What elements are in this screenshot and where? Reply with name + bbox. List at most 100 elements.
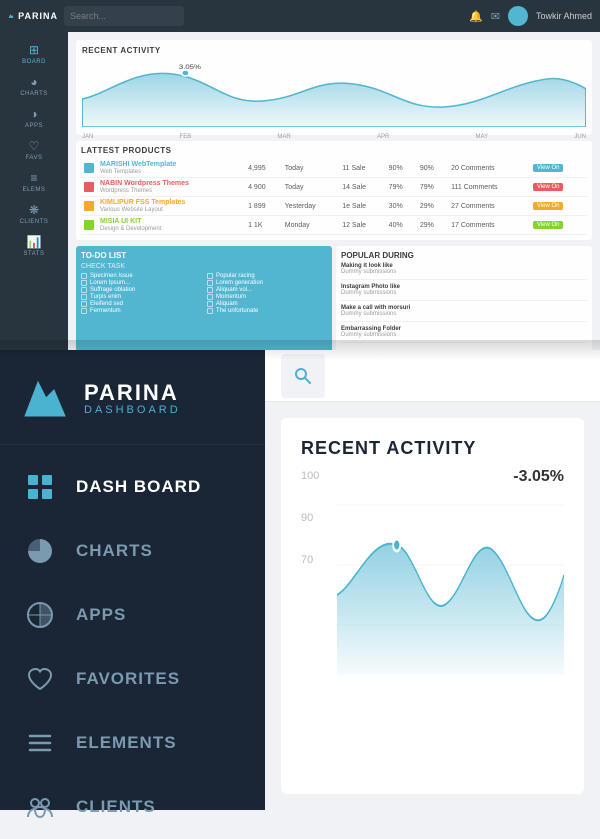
small-todo-card: TO-DO LIST CHECK TASK Specimen Issue Lor… xyxy=(76,246,332,352)
small-nav-charts[interactable]: ◕ Charts xyxy=(0,70,68,102)
large-nav-dashboard[interactable]: DASH BOARD xyxy=(0,455,265,519)
small-products-table: MARISHI WebTemplateWeb Templates 4,995To… xyxy=(81,159,587,235)
popular-item-2: Instagram Photo like Dummy submissions xyxy=(341,284,587,301)
large-nav-clients[interactable]: CLIENTS xyxy=(0,775,265,839)
small-nav-label-dashboard: Board xyxy=(22,59,46,65)
small-bottom-grid: TO-DO LIST CHECK TASK Specimen Issue Lor… xyxy=(76,246,592,352)
clients-icon-large xyxy=(24,791,56,823)
y-label-70: 70 xyxy=(301,554,319,566)
month-may: MAY xyxy=(476,134,489,140)
large-brand-sub: DASHBOARD xyxy=(84,404,181,416)
large-activity-title: RECENT ACTIVITY xyxy=(301,438,564,459)
product-name-3: KIMLIPUR FSS Templates xyxy=(100,199,185,206)
popular-item-3: Make a call with morsuri Dummy submissio… xyxy=(341,305,587,322)
small-nav-label-stats: Stats xyxy=(24,251,45,257)
large-chart-area xyxy=(337,475,564,705)
small-chart-svg: 3.05% xyxy=(82,59,586,127)
large-nav-elements[interactable]: ELEMENTS xyxy=(0,711,265,775)
product-name-1: MARISHI WebTemplate xyxy=(100,161,176,168)
overlap-shadow xyxy=(0,340,600,360)
month-feb: FEB xyxy=(180,134,192,140)
small-layout: ⊞ Board ◕ Charts ◑ Apps ♡ Favs ≡ Elems ❋… xyxy=(0,32,600,360)
y-label-100: 100 xyxy=(301,470,319,482)
large-chart-svg xyxy=(337,475,564,675)
small-main-content: RECENT ACTIVITY 3.05% xyxy=(68,32,600,360)
large-nav-charts[interactable]: CHARTS xyxy=(0,519,265,583)
large-logo-icon xyxy=(20,374,70,424)
large-nav-label-apps: APPS xyxy=(76,605,126,625)
large-nav-label-elements: ELEMENTS xyxy=(76,733,177,753)
small-nav-label-charts: Charts xyxy=(20,91,48,97)
small-nav-label-apps: Apps xyxy=(25,123,43,129)
large-activity-card: RECENT ACTIVITY 100 90 70 -3.05% xyxy=(281,418,584,794)
view-btn-2[interactable]: View On xyxy=(533,183,564,191)
charts-icon-large xyxy=(24,535,56,567)
small-nav-statistics[interactable]: 📊 Stats xyxy=(0,230,68,262)
large-nav-label-dashboard: DASH BOARD xyxy=(76,477,201,497)
small-nav-apps[interactable]: ◑ Apps xyxy=(0,102,68,134)
bell-icon: 🔔 xyxy=(469,10,483,23)
large-brand-name: PARINA xyxy=(84,382,181,404)
todo-col-2: Popular racing Lorem generation Aliquam … xyxy=(207,273,327,315)
elements-icon-large xyxy=(24,727,56,759)
large-nav-label-charts: CHARTS xyxy=(76,541,153,561)
todo-title: TO-DO LIST xyxy=(81,251,327,260)
small-nav-label-favorites: Favs xyxy=(26,155,43,161)
small-chart-container: 3.05% JAN FEB MAR APR MAY JUN xyxy=(82,59,586,129)
table-row: NABIN Wordpress ThemesWordpress Themes 4… xyxy=(81,178,587,197)
favorites-icon-large xyxy=(24,663,56,695)
small-dashboard: PARINA 🔔 ✉ Towkir Ahmed ⊞ Board ◕ Charts… xyxy=(0,0,600,360)
view-btn-3[interactable]: View On xyxy=(533,202,564,210)
small-search-input[interactable] xyxy=(64,6,184,26)
small-nav-clients[interactable]: ❋ Clients xyxy=(0,198,68,230)
large-logo-area: PARINA DASHBOARD xyxy=(0,350,265,445)
y-label-90: 90 xyxy=(301,512,319,524)
small-logo: PARINA xyxy=(8,1,58,31)
large-main-content: RECENT ACTIVITY 100 90 70 -3.05% xyxy=(265,350,600,810)
large-nav-label-favorites: FAVORITES xyxy=(76,669,180,689)
month-apr: APR xyxy=(377,134,389,140)
topbar-left: PARINA xyxy=(8,1,184,31)
large-nav-apps[interactable]: APPS xyxy=(0,583,265,647)
small-nav-label-clients: Clients xyxy=(20,219,49,225)
small-nav-dashboard[interactable]: ⊞ Board xyxy=(0,38,68,70)
todo-col-1: Specimen Issue Lorem Ipsum... Suffrage o… xyxy=(81,273,201,315)
large-nav-label-clients: CLIENTS xyxy=(76,797,156,817)
table-row: KIMLIPUR FSS TemplatesVarious Website La… xyxy=(81,197,587,216)
small-avatar xyxy=(508,6,528,26)
charts-icon-small: ◕ xyxy=(30,75,37,89)
popular-title: POPULAR DURING xyxy=(341,251,587,260)
small-sidebar: ⊞ Board ◕ Charts ◑ Apps ♡ Favs ≡ Elems ❋… xyxy=(0,32,68,360)
small-products-title: LATTEST PRODUCTS xyxy=(81,146,587,155)
small-logo-text: PARINA xyxy=(18,11,58,21)
stats-icon-small: 📊 xyxy=(27,235,42,249)
large-sidebar: PARINA DASHBOARD DASH BOARD xyxy=(0,350,265,810)
dashboard-icon-large xyxy=(24,471,56,503)
favorites-icon-small: ♡ xyxy=(29,139,40,153)
small-username: Towkir Ahmed xyxy=(536,11,592,21)
small-chart-months: JAN FEB MAR APR MAY JUN xyxy=(82,134,586,140)
apps-icon-large xyxy=(24,599,56,631)
small-popular-card: POPULAR DURING Making it look like Dummy… xyxy=(336,246,592,352)
small-activity-title: RECENT ACTIVITY xyxy=(82,46,586,55)
view-btn-1[interactable]: View On xyxy=(533,164,564,172)
large-nav-favorites[interactable]: FAVORITES xyxy=(0,647,265,711)
view-btn-4[interactable]: View On xyxy=(533,221,564,229)
product-name-2: NABIN Wordpress Themes xyxy=(100,180,189,187)
large-search-box[interactable] xyxy=(281,354,325,398)
small-nav-favorites[interactable]: ♡ Favs xyxy=(0,134,68,166)
month-jun: JUN xyxy=(574,134,586,140)
large-logo-text: PARINA DASHBOARD xyxy=(84,382,181,416)
popular-item-1: Making it look like Dummy submissions xyxy=(341,263,587,280)
table-row: MISIA UI KITDesign & Development 1 1KMon… xyxy=(81,216,587,235)
svg-text:3.05%: 3.05% xyxy=(179,65,201,71)
apps-icon-small: ◑ xyxy=(30,107,37,121)
large-content-area: RECENT ACTIVITY 100 90 70 -3.05% xyxy=(265,402,600,810)
small-activity-card: RECENT ACTIVITY 3.05% xyxy=(76,40,592,135)
table-row: MARISHI WebTemplateWeb Templates 4,995To… xyxy=(81,159,587,178)
small-nav-elements[interactable]: ≡ Elems xyxy=(0,166,68,198)
dashboard-icon-small: ⊞ xyxy=(29,43,39,57)
month-jan: JAN xyxy=(82,134,93,140)
small-products-card: LATTEST PRODUCTS MARISHI WebTemplateWeb … xyxy=(76,141,592,240)
clients-icon-small: ❋ xyxy=(29,203,39,217)
